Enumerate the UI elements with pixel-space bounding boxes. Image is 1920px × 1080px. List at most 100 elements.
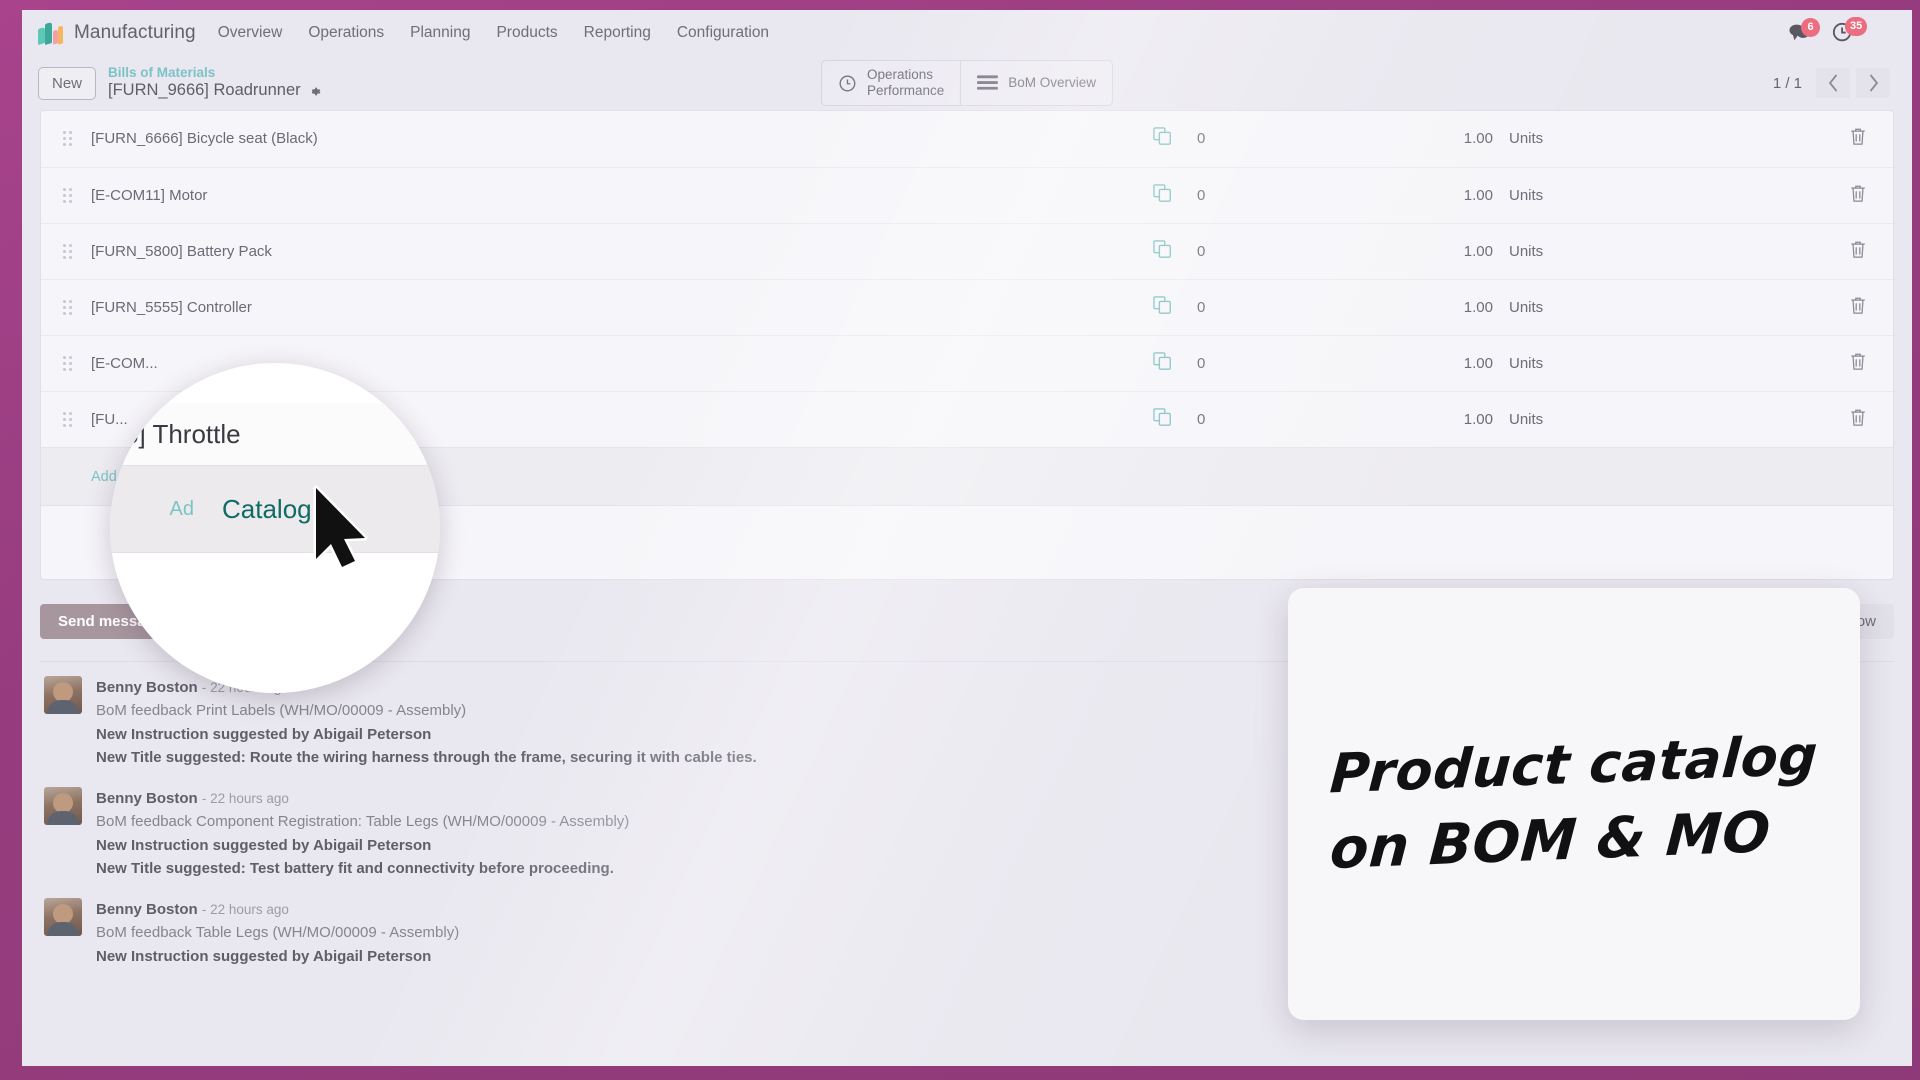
message-author[interactable]: Benny Boston [96,901,198,918]
chevron-right-icon [1869,74,1878,92]
component-quantity[interactable]: 1.00 [1383,390,1493,447]
table-row[interactable]: [FURN_5555] Controller 0 1.00 Units [41,278,1893,335]
record-title: [FURN_9666] Roadrunner [108,81,301,100]
mouse-pointer-icon [313,485,368,570]
message-header: Benny Boston - 22 hours ago [96,898,459,921]
bom-document-icon[interactable] [1153,127,1173,146]
nav-item-planning[interactable]: Planning [410,24,470,42]
component-bom-cell[interactable] [1133,334,1173,391]
bom-document-icon[interactable] [1153,239,1173,259]
component-name[interactable]: [FURN_6666] Bicycle seat (Black) [87,111,1133,167]
component-name[interactable]: [FURN_5555] Controller [87,278,1133,335]
control-panel: New Bills of Materials [FURN_9666] Roadr… [22,56,1912,110]
trash-icon[interactable] [1849,240,1867,259]
activities-button[interactable]: 35 [1832,17,1868,44]
component-quantity[interactable]: 1.00 [1383,111,1493,167]
drag-handle-icon[interactable] [63,243,72,259]
row-drag-cell[interactable] [41,334,87,391]
drag-handle-icon[interactable] [63,411,72,427]
nav-item-configuration[interactable]: Configuration [677,24,769,42]
row-delete-cell[interactable] [1823,111,1893,167]
promo-card-text: Product catalog on BOM & MO [1328,724,1820,882]
row-drag-cell[interactable] [41,166,87,223]
bom-document-icon[interactable] [1153,295,1173,315]
component-bom-cell[interactable] [1133,222,1173,279]
manufacturing-logo-icon [38,21,64,46]
nav-item-operations[interactable]: Operations [308,24,384,42]
component-uom[interactable]: Units [1493,390,1823,447]
component-uom[interactable]: Units [1493,278,1823,335]
app-screen: Manufacturing Overview Operations Planni… [22,10,1912,1066]
operations-performance-button[interactable]: Operations Performance [820,60,961,106]
drag-handle-icon[interactable] [63,299,72,315]
trash-icon[interactable] [1849,352,1867,371]
message-author[interactable]: Benny Boston [96,790,198,807]
nav-item-products[interactable]: Products [496,24,557,42]
pager-previous-button[interactable] [1816,68,1850,98]
messages-count-badge: 6 [1801,18,1820,37]
trash-icon[interactable] [1849,184,1867,203]
component-quantity[interactable]: 1.00 [1383,334,1493,391]
new-button[interactable]: New [38,66,97,100]
messages-button[interactable]: 6 [1788,18,1820,43]
gear-icon[interactable] [308,85,321,98]
nav-item-overview[interactable]: Overview [218,24,283,42]
bom-document-icon[interactable] [1153,183,1173,203]
component-name[interactable]: [E-COM11] Motor [87,166,1133,223]
message-header: Benny Boston - 22 hours ago [96,676,757,699]
message-subject: BoM feedback Component Registration: Tab… [96,813,630,831]
component-uom[interactable]: Units [1493,166,1823,223]
pager: 1 / 1 [1765,68,1890,98]
trash-icon[interactable] [1849,296,1867,315]
component-uom[interactable]: Units [1493,334,1823,391]
row-drag-cell[interactable] [41,390,87,447]
component-uom[interactable]: Units [1493,111,1823,167]
table-row[interactable]: [FURN_5800] Battery Pack 0 1.00 Units [41,222,1893,279]
magnified-add-line-row: Ad Catalog [110,465,440,553]
table-row[interactable]: [E-COM11] Motor 0 1.00 Units [41,166,1893,223]
trash-icon[interactable] [1849,127,1867,146]
row-delete-cell[interactable] [1823,334,1893,391]
promo-line-1: Product catalog [1328,723,1820,806]
bom-document-icon[interactable] [1153,351,1173,371]
component-uom[interactable]: Units [1493,222,1823,279]
bom-overview-label: BoM Overview [1008,75,1097,91]
component-bom-cell[interactable] [1133,111,1173,167]
drag-handle-icon[interactable] [63,187,72,203]
bom-overview-button[interactable]: BoM Overview [960,60,1114,106]
component-bom-cell[interactable] [1133,278,1173,335]
row-delete-cell[interactable] [1823,222,1893,279]
table-row[interactable]: [FURN_6666] Bicycle seat (Black) 0 1.00 Uni… [41,111,1893,167]
magnified-component-label: 8] Throttle [124,418,241,449]
component-name[interactable]: [FURN_5800] Battery Pack [87,222,1133,279]
breadcrumb: Bills of Materials [FURN_9666] Roadrunne… [108,65,321,101]
row-drag-cell[interactable] [41,111,87,167]
nav-item-reporting[interactable]: Reporting [584,24,651,42]
drag-handle-icon[interactable] [63,131,72,147]
message-timestamp: - 22 hours ago [201,902,289,917]
magnified-add-line-label[interactable]: Ad [110,498,194,521]
row-delete-cell[interactable] [1823,166,1893,223]
pager-count: 1 / 1 [1772,74,1802,92]
component-bom-cell[interactable] [1133,390,1173,447]
row-delete-cell[interactable] [1823,390,1893,447]
component-onhand: 0 [1173,222,1383,279]
bom-document-icon[interactable] [1153,407,1173,427]
row-delete-cell[interactable] [1823,278,1893,335]
row-drag-cell[interactable] [41,278,87,335]
drag-handle-icon[interactable] [63,355,72,371]
trash-icon[interactable] [1849,408,1867,427]
component-quantity[interactable]: 1.00 [1383,278,1493,335]
component-quantity[interactable]: 1.00 [1383,222,1493,279]
row-drag-cell[interactable] [41,222,87,279]
message-author[interactable]: Benny Boston [96,679,198,696]
component-quantity[interactable]: 1.00 [1383,166,1493,223]
magnified-catalog-button[interactable]: Catalog [222,494,312,525]
component-bom-cell[interactable] [1133,166,1173,223]
breadcrumb-root-link[interactable]: Bills of Materials [108,65,321,81]
breadcrumb-current: [FURN_9666] Roadrunner [108,81,321,101]
avatar [44,787,82,825]
pager-next-button[interactable] [1856,68,1890,98]
message-line-2: New Title suggested: Test battery fit an… [96,859,614,877]
brand[interactable]: Manufacturing [38,21,196,46]
